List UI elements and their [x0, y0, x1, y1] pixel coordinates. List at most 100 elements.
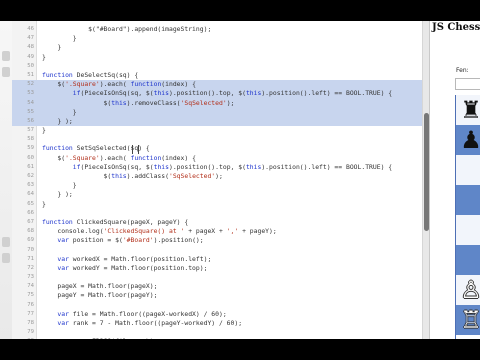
code-text[interactable]: $('.Square').each( function(index) {	[42, 80, 196, 89]
code-text[interactable]: } );	[42, 190, 72, 199]
code-line[interactable]: 64 } );	[12, 190, 422, 199]
code-text[interactable]: $(this).removeClass('SqSelected');	[42, 99, 235, 108]
keyword-token: function	[130, 80, 162, 89]
code-line[interactable]: 66	[12, 209, 422, 218]
code-line[interactable]: 79	[12, 328, 422, 337]
code-text[interactable]: }	[42, 126, 46, 135]
code-line[interactable]: 52 $('.Square').each( function(index) {	[12, 80, 422, 90]
left-window-handle[interactable]	[2, 237, 10, 247]
code-line[interactable]: 47 }	[12, 34, 422, 43]
code-line[interactable]: 56 } );	[12, 116, 422, 127]
code-text[interactable]: }	[42, 34, 77, 43]
code-text[interactable]: }	[42, 200, 46, 209]
code-line[interactable]: 71 var workedX = Math.floor(position.lef…	[12, 255, 422, 264]
code-line[interactable]: 69 var position = $('#Board').position()…	[12, 236, 422, 245]
code-text[interactable]: }	[42, 108, 77, 117]
code-text[interactable]: function DeSelectSq(sq) {	[42, 71, 138, 80]
code-line[interactable]: 74 pageX = Math.floor(pageX);	[12, 282, 422, 291]
rook-black-icon[interactable]: ♜	[458, 97, 480, 123]
code-text[interactable]: $("#Board").append(imageString);	[42, 25, 211, 34]
code-token: }	[42, 181, 77, 190]
code-text[interactable]: }	[42, 53, 46, 62]
code-text[interactable]: }	[42, 43, 61, 52]
code-text[interactable]: console.log('ClickedSquare() at ' + page…	[42, 227, 276, 236]
code-line[interactable]: 58	[12, 135, 422, 144]
board-square[interactable]	[456, 185, 480, 215]
code-text[interactable]: var rank = 7 - Math.floor((pageY-workedY…	[42, 319, 242, 328]
code-token: sq = FR2SQ(file,rank);	[69, 337, 158, 339]
board-square[interactable]	[456, 155, 480, 185]
code-text[interactable]: var workedY = Math.floor(position.top);	[42, 264, 207, 273]
left-window-handle[interactable]	[2, 51, 10, 61]
code-line[interactable]: 73	[12, 273, 422, 282]
board-square[interactable]: ♟	[456, 125, 480, 155]
code-text[interactable]: var file = Math.floor((pageX-workedX) / …	[42, 310, 226, 319]
keyword-token: this	[245, 162, 262, 171]
code-line[interactable]: 63 }	[12, 181, 422, 190]
left-window-handle[interactable]	[2, 253, 10, 263]
code-text[interactable]: pageX = Math.floor(pageX);	[42, 282, 157, 291]
code-line[interactable]: 48 }	[12, 43, 422, 52]
code-text[interactable]: var workedX = Math.floor(position.left);	[42, 255, 211, 264]
code-line[interactable]: 72 var workedY = Math.floor(position.top…	[12, 264, 422, 273]
code-line[interactable]: 78 var rank = 7 - Math.floor((pageY-work…	[12, 319, 422, 328]
code-token: console.log(	[42, 227, 104, 236]
board-square[interactable]: ♜	[456, 95, 480, 125]
line-number: 70	[27, 246, 34, 253]
pawn-black-icon[interactable]: ♟	[458, 127, 480, 153]
code-line[interactable]: 80 var sq = FR2SQ(file,rank);	[12, 337, 422, 339]
code-text[interactable]: }	[42, 181, 77, 190]
code-line[interactable]: 57}	[12, 126, 422, 135]
code-text[interactable]: if(PieceIsOnSq(sq, $(this).position().to…	[42, 163, 392, 172]
board-square[interactable]: ♙	[456, 275, 480, 305]
board-square[interactable]	[456, 215, 480, 245]
code-line[interactable]: 67 function ClickedSquare(pageX, pageY) {	[12, 218, 422, 227]
code-text[interactable]: if(PieceIsOnSq(sq, $(this).position().to…	[42, 89, 392, 98]
code-line[interactable]: 77 var file = Math.floor((pageX-workedX)…	[12, 310, 422, 319]
rook-white-icon[interactable]: ♖	[458, 307, 480, 333]
code-line[interactable]: 55 }	[12, 107, 422, 117]
code-line[interactable]: 61 if(PieceIsOnSq(sq, $(this).position()…	[12, 163, 422, 172]
code-line[interactable]: 50	[12, 62, 422, 71]
line-number: 76	[27, 301, 34, 308]
code-line[interactable]: 59 function SetSqSelected(sq) {	[12, 144, 422, 153]
code-text[interactable]: function ClickedSquare(pageX, pageY) {	[42, 218, 188, 227]
keyword-token: function	[42, 70, 73, 79]
code-line[interactable]: 46 $("#Board").append(imageString);	[12, 25, 422, 34]
code-text[interactable]: var position = $('#Board').position();	[42, 236, 203, 245]
code-line[interactable]: 65}	[12, 200, 422, 209]
code-line[interactable]: 70	[12, 246, 422, 255]
code-line[interactable]: 54 $(this).removeClass('SqSelected');	[12, 98, 422, 108]
code-line[interactable]: 51 function DeSelectSq(sq) {	[12, 71, 422, 80]
code-token: (index) {	[161, 153, 196, 162]
code-token: (PieceIsOnSq(sq, $(	[80, 162, 154, 171]
code-text[interactable]: } );	[42, 117, 72, 126]
code-line[interactable]: 68 console.log('ClickedSquare() at ' + p…	[12, 227, 422, 236]
code-line[interactable]: 75 pageY = Math.floor(pageY);	[12, 291, 422, 300]
code-line[interactable]: 60 $('.Square').each( function(index) {	[12, 154, 422, 163]
code-token: }	[42, 43, 62, 52]
code-lines[interactable]: 46 $("#Board").append(imageString); 47 } 4…	[12, 25, 422, 339]
code-text[interactable]: $('.Square').each( function(index) {	[42, 154, 196, 163]
board-square[interactable]: ♖	[456, 305, 480, 335]
code-text[interactable]: pageY = Math.floor(pageY);	[42, 291, 157, 300]
code-token: ).position().top, $(	[168, 89, 246, 98]
pawn-white-icon[interactable]: ♙	[458, 277, 480, 303]
code-line[interactable]: 53 if(PieceIsOnSq(sq, $(this).position()…	[12, 89, 422, 99]
fen-input[interactable]	[455, 78, 480, 90]
line-number: 49	[27, 53, 34, 60]
keyword-token: var	[57, 263, 69, 272]
code-text[interactable]: $(this).addClass('SqSelected');	[42, 172, 223, 181]
code-line[interactable]: 62 $(this).addClass('SqSelected');	[12, 172, 422, 181]
board-square[interactable]	[456, 245, 480, 275]
page-title: JS Chess	[432, 22, 480, 33]
chess-board[interactable]: ♜ ♟ ♙ ♖	[455, 95, 480, 339]
code-text[interactable]: var sq = FR2SQ(file,rank);	[42, 337, 157, 339]
code-editor[interactable]: 46 $("#Board").append(imageString); 47 } 4…	[12, 21, 422, 339]
code-line[interactable]: 76	[12, 301, 422, 310]
code-token: (PieceIsOnSq(sq, $(	[80, 89, 154, 98]
line-number: 80	[12, 337, 34, 339]
code-line[interactable]: 49}	[12, 53, 422, 62]
left-window-handle[interactable]	[2, 67, 10, 77]
